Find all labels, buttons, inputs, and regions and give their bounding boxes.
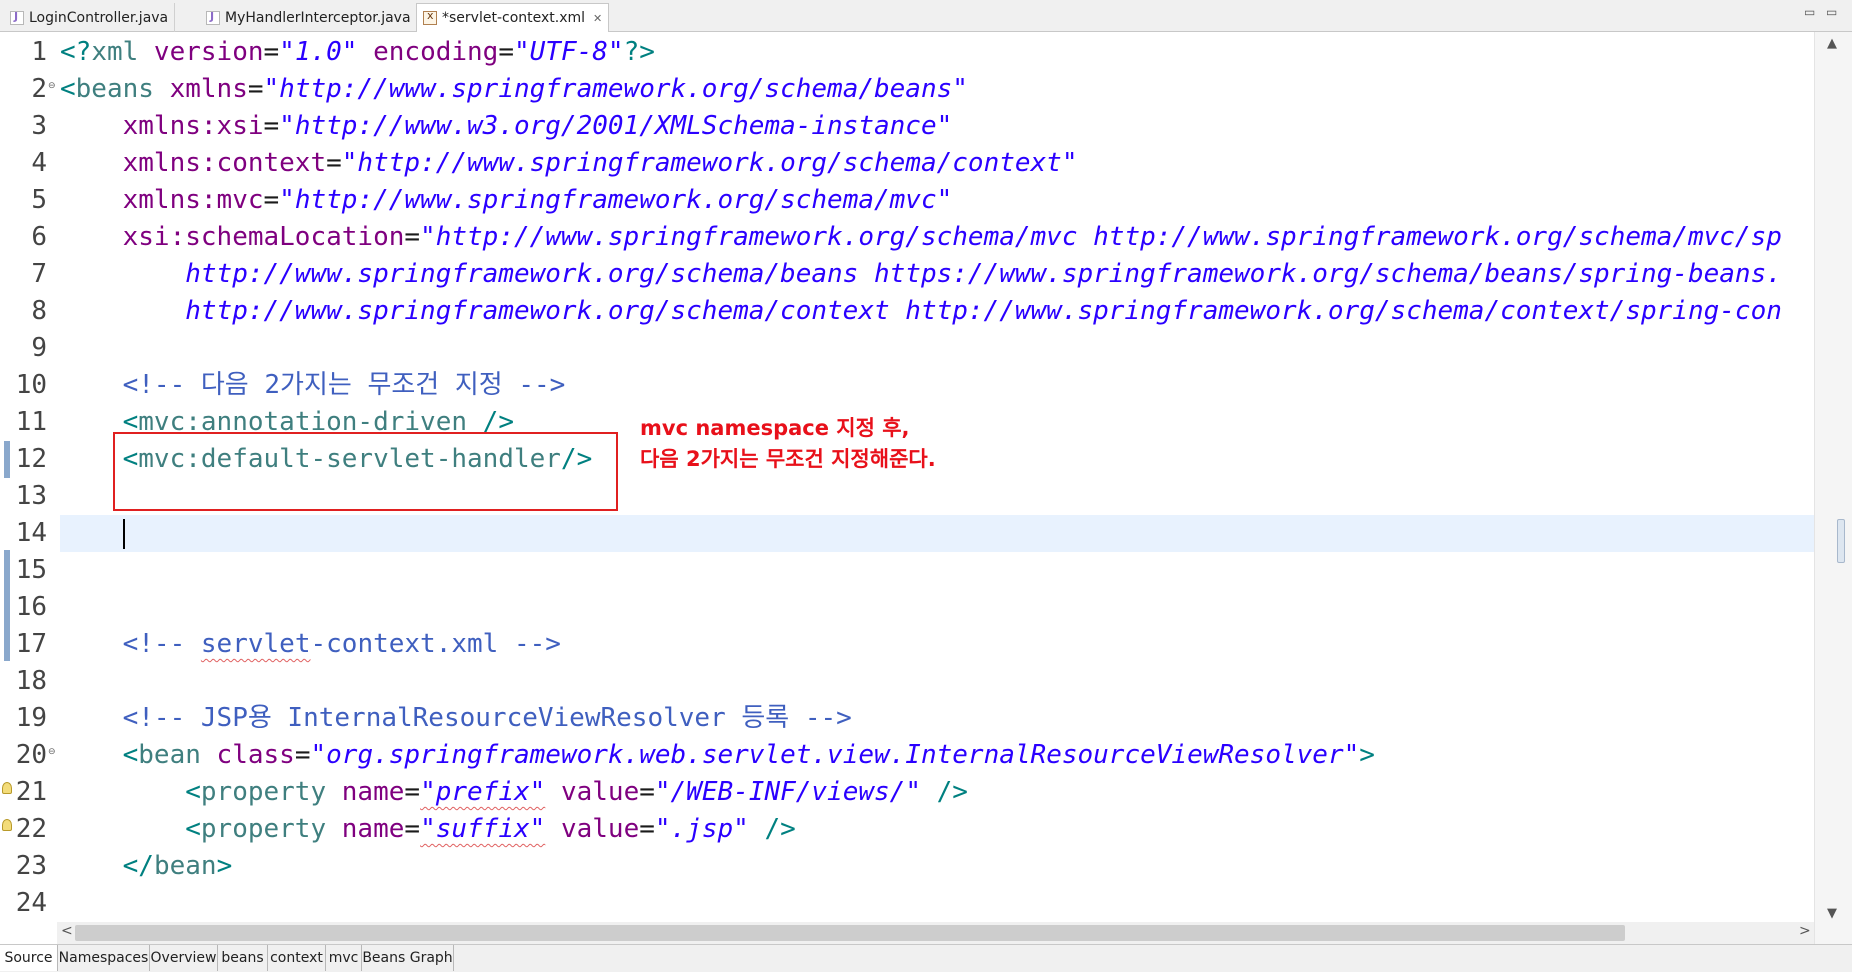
code-text: http://www.springframework.org/schema/co… xyxy=(185,296,1782,326)
xml-source-editor[interactable]: 1 <?xml version="1.0" encoding="UTF-8"?>… xyxy=(0,32,1852,944)
fold-toggle-icon[interactable]: ⊖ xyxy=(48,747,56,757)
code-text: xmlns:context="http://www.springframewor… xyxy=(122,148,1078,178)
line-number: 16 xyxy=(15,592,47,622)
close-tab-icon[interactable]: ✕ xyxy=(593,12,602,25)
code-line[interactable]: 2 ⊖ <beans xmlns="http://www.springframe… xyxy=(0,71,1814,108)
code-line[interactable]: 14 xyxy=(0,515,1814,552)
tab-label: *servlet-context.xml xyxy=(442,10,586,26)
scroll-down-icon[interactable]: ▼ xyxy=(1827,906,1837,921)
line-number: 6 xyxy=(31,222,47,252)
line-number: 9 xyxy=(31,333,47,363)
code-line[interactable]: 10 <!-- 다음 2가지는 무조건 지정 --> xyxy=(0,367,1814,404)
line-number: 18 xyxy=(15,666,47,696)
line-number: 11 xyxy=(15,407,47,437)
tab-label: MyHandlerInterceptor.java xyxy=(225,9,411,26)
code-line[interactable]: 16 xyxy=(0,589,1814,626)
code-line[interactable]: 7 http://www.springframework.org/schema/… xyxy=(0,256,1814,293)
line-number: 4 xyxy=(31,148,47,178)
line-number: 10 xyxy=(15,370,47,400)
editor-page-tabs: Source Namespaces Overview beans context… xyxy=(0,944,1852,972)
code-line[interactable]: 4 xmlns:context="http://www.springframew… xyxy=(0,145,1814,182)
code-text: <property name="suffix" value=".jsp" /> xyxy=(185,814,796,844)
maximize-icon[interactable]: ▭ xyxy=(1826,5,1837,19)
line-number: 1 xyxy=(31,37,47,67)
line-number: 12 xyxy=(15,444,47,474)
annotation-line-2: 다음 2가지는 무조건 지정해준다. xyxy=(640,447,936,471)
line-number: 13 xyxy=(15,481,47,511)
vertical-scrollbar[interactable]: ▲ ▼ xyxy=(1814,32,1852,944)
editor-tab-bar: LoginController.java MyHandlerIntercepto… xyxy=(0,0,1852,32)
minimize-icon[interactable]: ▭ xyxy=(1804,5,1815,19)
code-line[interactable]: 19 <!-- JSP용 InternalResourceViewResolve… xyxy=(0,700,1814,737)
line-number: 22 xyxy=(15,814,47,844)
line-number: 15 xyxy=(15,555,47,585)
line-number: 24 xyxy=(15,888,47,918)
scroll-left-icon[interactable]: < xyxy=(61,923,73,939)
code-text: <!-- 다음 2가지는 무조건 지정 --> xyxy=(122,370,566,400)
code-line[interactable]: 1 <?xml version="1.0" encoding="UTF-8"?> xyxy=(0,34,1814,71)
code-text: xmlns:xsi="http://www.w3.org/2001/XMLSch… xyxy=(122,111,953,141)
highlight-box xyxy=(113,432,618,511)
xml-file-icon xyxy=(423,9,437,25)
horizontal-scrollbar[interactable]: < > xyxy=(57,922,1814,944)
line-number: 3 xyxy=(31,111,47,141)
code-text: <bean class="org.springframework.web.ser… xyxy=(122,740,1375,770)
line-number: 2 xyxy=(31,74,47,104)
code-line[interactable]: 6 xsi:schemaLocation="http://www.springf… xyxy=(0,219,1814,256)
line-number: 17 xyxy=(15,629,47,659)
text-cursor xyxy=(123,519,125,549)
code-text: <?xml version="1.0" encoding="UTF-8"?> xyxy=(60,37,655,67)
line-number: 8 xyxy=(31,296,47,326)
code-line[interactable]: 8 http://www.springframework.org/schema/… xyxy=(0,293,1814,330)
code-text: <beans xmlns="http://www.springframework… xyxy=(60,74,968,104)
line-number: 5 xyxy=(31,185,47,215)
code-line[interactable]: 24 xyxy=(0,885,1814,922)
code-line[interactable]: 3 xmlns:xsi="http://www.w3.org/2001/XMLS… xyxy=(0,108,1814,145)
line-number: 7 xyxy=(31,259,47,289)
code-text: xsi:schemaLocation="http://www.springfra… xyxy=(122,222,1782,252)
line-number: 20 xyxy=(15,740,47,770)
line-number: 23 xyxy=(15,851,47,881)
code-text: <!-- servlet-context.xml --> xyxy=(122,629,561,659)
tab-label: LoginController.java xyxy=(29,9,169,26)
line-number: 19 xyxy=(15,703,47,733)
code-line[interactable]: 23 </bean> xyxy=(0,848,1814,885)
tab-my-handler-interceptor[interactable]: MyHandlerInterceptor.java xyxy=(200,3,418,32)
scroll-right-icon[interactable]: > xyxy=(1799,923,1811,939)
code-text: xmlns:mvc="http://www.springframework.or… xyxy=(122,185,953,215)
line-number: 21 xyxy=(15,777,47,807)
code-line[interactable]: 9 xyxy=(0,330,1814,367)
code-line[interactable]: 21 <property name="prefix" value="/WEB-I… xyxy=(0,774,1814,811)
code-text: </bean> xyxy=(122,851,233,881)
spelling-warning: servlet xyxy=(200,629,311,659)
java-file-icon xyxy=(206,10,220,25)
code-text: http://www.springframework.org/schema/be… xyxy=(185,259,1782,289)
tab-context[interactable]: context xyxy=(268,945,326,971)
tab-login-controller[interactable]: LoginController.java xyxy=(4,3,176,32)
tab-beans[interactable]: beans xyxy=(218,945,268,971)
annotation-line-1: mvc namespace 지정 후, xyxy=(640,416,910,440)
code-text: <!-- JSP용 InternalResourceViewResolver 등… xyxy=(122,703,852,733)
code-line[interactable]: 18 xyxy=(0,663,1814,700)
java-file-icon xyxy=(10,10,24,25)
code-text: <property name="prefix" value="/WEB-INF/… xyxy=(185,777,968,807)
vertical-scroll-thumb[interactable] xyxy=(1837,519,1845,563)
tab-beans-graph[interactable]: Beans Graph xyxy=(362,945,454,971)
code-line[interactable]: 22 <property name="suffix" value=".jsp" … xyxy=(0,811,1814,848)
code-line[interactable]: 20 ⊖ <bean class="org.springframework.we… xyxy=(0,737,1814,774)
tab-namespaces[interactable]: Namespaces xyxy=(58,945,150,971)
line-number: 14 xyxy=(15,518,47,548)
horizontal-scroll-thumb[interactable] xyxy=(75,925,1625,941)
code-line[interactable]: 15 xyxy=(0,552,1814,589)
tab-servlet-context[interactable]: *servlet-context.xml ✕ xyxy=(416,3,610,32)
code-line[interactable]: 17 <!-- servlet-context.xml --> xyxy=(0,626,1814,663)
tab-source[interactable]: Source xyxy=(0,945,58,971)
tab-overview[interactable]: Overview xyxy=(150,945,218,971)
scroll-up-icon[interactable]: ▲ xyxy=(1827,36,1837,51)
tab-mvc[interactable]: mvc xyxy=(326,945,362,971)
code-line[interactable]: 5 xmlns:mvc="http://www.springframework.… xyxy=(0,182,1814,219)
fold-toggle-icon[interactable]: ⊖ xyxy=(48,81,56,91)
